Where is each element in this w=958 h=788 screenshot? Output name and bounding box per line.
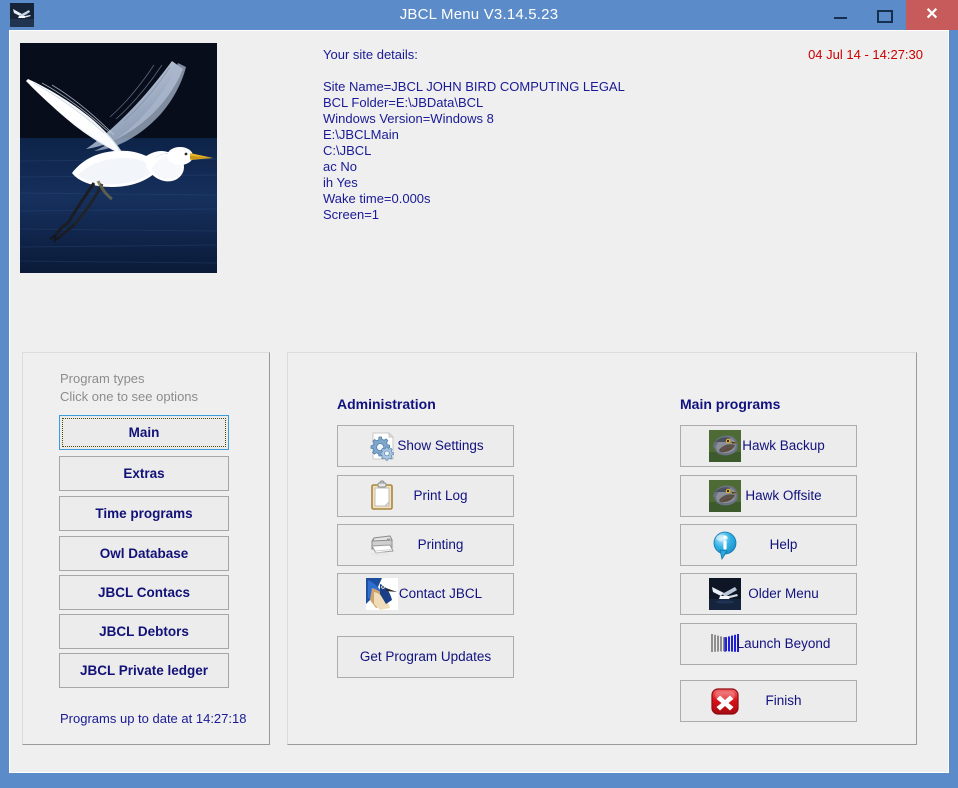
program-type-time-programs[interactable]: Time programs (59, 496, 229, 531)
button-label: Print Log (338, 476, 513, 516)
button-label: Contact JBCL (338, 574, 513, 614)
button-label: Help (681, 525, 856, 565)
timestamp: 04 Jul 14 - 14:27:30 (808, 47, 923, 63)
button-label: Older Menu (681, 574, 856, 614)
print-log-button[interactable]: Print Log (337, 475, 514, 517)
close-icon: ✕ (906, 0, 958, 30)
detail-line: Site Name=JBCL JOHN BIRD COMPUTING LEGAL (323, 79, 923, 95)
program-types-caption: Program types Click one to see options (60, 370, 198, 406)
program-type-label: JBCL Debtors (99, 624, 189, 639)
older-menu-button[interactable]: Older Menu (680, 573, 857, 615)
minimize-icon (834, 17, 847, 19)
caption-line-1: Program types (60, 370, 198, 388)
detail-line: ih Yes (323, 175, 923, 191)
program-type-owl-database[interactable]: Owl Database (59, 536, 229, 571)
button-label: Finish (681, 681, 856, 721)
finish-button[interactable]: Finish (680, 680, 857, 722)
program-type-extras[interactable]: Extras (59, 456, 229, 491)
program-type-jbcl-contacs[interactable]: JBCL Contacs (59, 575, 229, 610)
program-type-label: JBCL Contacs (98, 585, 190, 600)
help-button[interactable]: Help (680, 524, 857, 566)
button-label: Hawk Backup (681, 426, 856, 466)
close-button[interactable]: ✕ (906, 0, 958, 30)
program-type-main[interactable]: Main (59, 415, 229, 450)
detail-line: Wake time=0.000s (323, 191, 923, 207)
administration-heading: Administration (337, 396, 436, 412)
get-program-updates-button[interactable]: Get Program Updates (337, 636, 514, 678)
button-label: Show Settings (338, 426, 513, 466)
egret-photo (20, 43, 217, 273)
site-details-header: Your site details: (323, 47, 418, 63)
detail-line: Windows Version=Windows 8 (323, 111, 923, 127)
caption-line-2: Click one to see options (60, 388, 198, 406)
program-type-label: Time programs (95, 506, 192, 521)
programs-panel: Administration Main programs (287, 352, 917, 745)
hawk-backup-button[interactable]: Hawk Backup (680, 425, 857, 467)
programs-status-text: Programs up to date at 14:27:18 (60, 711, 246, 726)
detail-line: BCL Folder=E:\JBData\BCL (323, 95, 923, 111)
main-programs-heading: Main programs (680, 396, 780, 412)
detail-line: E:\JBCLMain (323, 127, 923, 143)
maximize-icon (877, 10, 893, 23)
detail-line: C:\JBCL (323, 143, 923, 159)
program-type-label: Main (129, 425, 160, 440)
program-types-panel: Program types Click one to see options M… (22, 352, 270, 745)
button-label: Printing (338, 525, 513, 565)
detail-line: ac No (323, 159, 923, 175)
window-title: JBCL Menu V3.14.5.23 (0, 0, 958, 30)
button-label: Launch Beyond (681, 624, 856, 664)
button-label: Hawk Offsite (681, 476, 856, 516)
program-type-jbcl-debtors[interactable]: JBCL Debtors (59, 614, 229, 649)
detail-line: Screen=1 (323, 207, 923, 223)
client-area: Your site details: 04 Jul 14 - 14:27:30 … (9, 30, 949, 773)
minimize-button[interactable] (818, 0, 862, 30)
show-settings-button[interactable]: Show Settings (337, 425, 514, 467)
launch-beyond-button[interactable]: Launch Beyond (680, 623, 857, 665)
program-type-label: Owl Database (100, 546, 189, 561)
title-bar: JBCL Menu V3.14.5.23 ✕ (0, 0, 958, 30)
program-type-label: Extras (123, 466, 164, 481)
contact-jbcl-button[interactable]: Contact JBCL (337, 573, 514, 615)
printing-button[interactable]: Printing (337, 524, 514, 566)
window-frame-bottom (0, 781, 958, 788)
maximize-button[interactable] (862, 0, 906, 30)
hawk-offsite-button[interactable]: Hawk Offsite (680, 475, 857, 517)
site-details: Your site details: 04 Jul 14 - 14:27:30 … (323, 47, 923, 223)
app-window: JBCL Menu V3.14.5.23 ✕ (0, 0, 958, 788)
program-type-label: JBCL Private ledger (80, 663, 208, 678)
site-details-lines: Site Name=JBCL JOHN BIRD COMPUTING LEGAL… (323, 79, 923, 223)
button-label: Get Program Updates (338, 637, 513, 677)
program-type-jbcl-private-ledger[interactable]: JBCL Private ledger (59, 653, 229, 688)
